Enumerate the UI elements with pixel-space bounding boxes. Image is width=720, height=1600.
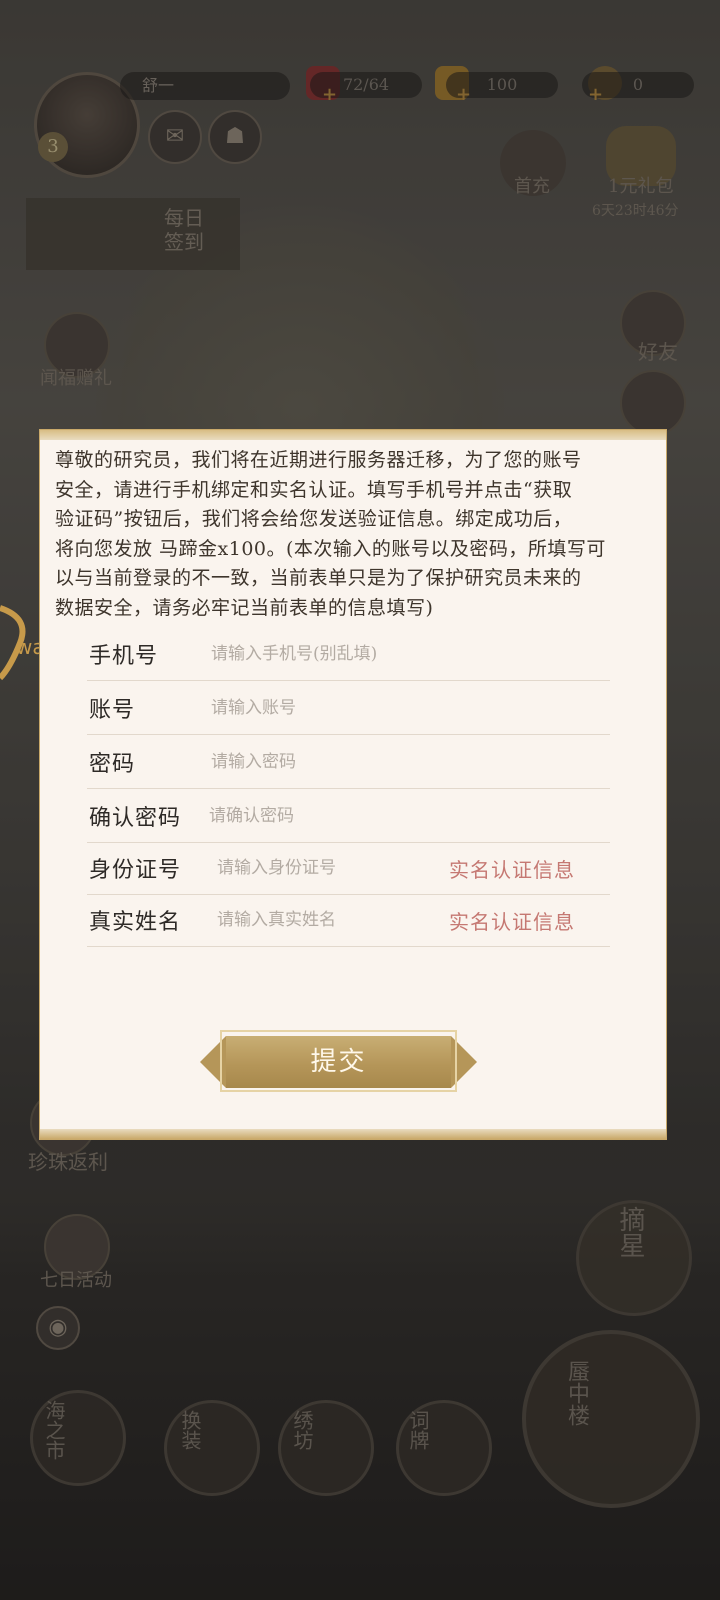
notice-line: 以与当前登录的不一致，当前表单只是为了保护研究员未来的	[55, 567, 582, 589]
notice-line: 验证码”按钮后，我们将会给您发送验证信息。绑定成功后，	[55, 508, 573, 530]
confirm-password-input[interactable]	[207, 802, 591, 830]
dialog-top-border	[40, 430, 666, 440]
real-name-tag: 实名认证信息	[449, 910, 575, 934]
id-number-row: 身份证号 实名认证信息	[87, 840, 610, 895]
phone-row: 手机号	[87, 626, 610, 681]
notice-text: 尊敬的研究员，我们将在近期进行服务器迁移，为了您的账号 安全，请进行手机绑定和实…	[55, 446, 651, 623]
confirm-password-label: 确认密码	[89, 806, 182, 831]
notice-line: 安全，请进行手机绑定和实名认证。填写手机号并点击“获取	[55, 478, 573, 501]
password-input[interactable]	[209, 748, 593, 776]
real-name-row: 真实姓名 实名认证信息	[87, 892, 610, 947]
submit-label: 提交	[310, 1047, 367, 1077]
phone-label: 手机号	[89, 644, 159, 669]
account-input[interactable]	[209, 694, 593, 722]
real-name-label: 真实姓名	[89, 910, 182, 935]
id-number-label: 身份证号	[89, 858, 182, 883]
real-name-input[interactable]	[215, 906, 439, 934]
dialog-bottom-border	[40, 1129, 666, 1139]
password-row: 密码	[87, 734, 610, 789]
notice-line: 尊敬的研究员，我们将在近期进行服务器迁移，为了您的账号	[55, 449, 582, 471]
id-number-tag: 实名认证信息	[449, 858, 575, 882]
notice-line: 将向您发放 马蹄金x100。(本次输入的账号以及密码，所填写可	[55, 537, 606, 560]
password-label: 密码	[89, 752, 136, 777]
notice-line: 数据安全，请务必牢记当前表单的信息填写)	[55, 596, 434, 619]
submit-button[interactable]: 提交	[200, 1030, 477, 1094]
verification-dialog: 尊敬的研究员，我们将在近期进行服务器迁移，为了您的账号 安全，请进行手机绑定和实…	[40, 430, 666, 1139]
confirm-password-row: 确认密码	[87, 788, 610, 843]
account-label: 账号	[89, 698, 136, 723]
id-number-input[interactable]	[215, 854, 439, 882]
phone-input[interactable]	[209, 640, 593, 668]
account-row: 账号	[87, 680, 610, 735]
